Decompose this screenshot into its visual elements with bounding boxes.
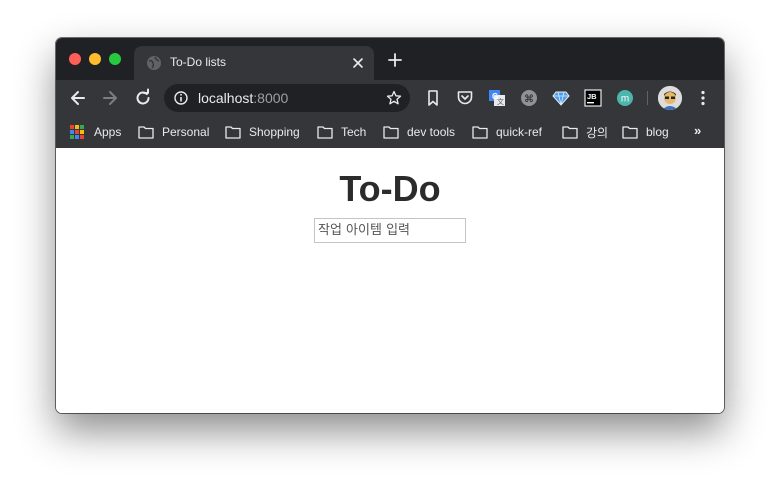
bookmarks-bar: Apps Personal Shopping Tech dev tools qu… [56, 116, 724, 148]
folder-icon [317, 126, 333, 139]
folder-icon [225, 126, 241, 139]
bookmark-label: quick-ref [496, 125, 543, 139]
bookmark-label: 강의 [586, 125, 609, 140]
bookmark-label: Shopping [249, 125, 300, 139]
m-label: m [621, 94, 629, 105]
zoom-window-button[interactable] [109, 53, 121, 65]
back-arrow-icon[interactable] [68, 88, 88, 108]
folder-icon [472, 126, 488, 139]
tab-todo-lists[interactable]: To-Do lists [134, 46, 374, 80]
new-tab-icon[interactable] [388, 53, 402, 67]
bookmark-folder-tech[interactable]: Tech [317, 124, 366, 140]
jb-label: JB [587, 92, 597, 101]
folder-icon [622, 126, 638, 139]
forward-arrow-icon[interactable] [100, 88, 120, 108]
bookmarks-overflow-button[interactable]: » [694, 123, 701, 138]
bookmark-label: Tech [341, 125, 367, 139]
google-translate-icon[interactable]: G 文 [488, 89, 506, 107]
folder-icon [138, 126, 154, 139]
folder-icon [562, 126, 578, 139]
bookmark-star-icon[interactable] [386, 90, 402, 106]
bookmark-folder-blog[interactable]: blog [622, 124, 669, 140]
todo-item-input[interactable] [314, 218, 466, 243]
browser-window: To-Do lists localhost:8000 G 文 ⌘ JB m Ap… [56, 38, 724, 413]
bookmark-label: Apps [94, 125, 122, 139]
pocket-icon[interactable] [456, 89, 474, 107]
bookmark-folder-quick-ref[interactable]: quick-ref [472, 124, 542, 140]
bookmark-label: Personal [162, 125, 210, 139]
url-text: localhost:8000 [198, 90, 288, 106]
menu-kebab-icon[interactable] [694, 89, 712, 107]
info-icon[interactable] [174, 91, 188, 105]
folder-icon [383, 126, 399, 139]
svg-text:文: 文 [497, 97, 504, 106]
gem-extension-icon[interactable] [552, 89, 570, 107]
profile-avatar[interactable] [658, 86, 682, 110]
toolbar-divider [647, 91, 648, 105]
close-tab-icon[interactable] [350, 55, 366, 71]
minimize-window-button[interactable] [89, 53, 101, 65]
bookmark-folder-lecture[interactable]: 강의 [562, 124, 608, 140]
bookmark-folder-shopping[interactable]: Shopping [225, 124, 300, 140]
reload-icon[interactable] [133, 88, 153, 108]
bookmark-icon[interactable] [424, 89, 442, 107]
url-host: localhost [198, 90, 254, 106]
bookmark-label: blog [646, 125, 669, 139]
m-extension-icon[interactable]: m [616, 89, 634, 107]
bookmark-folder-dev-tools[interactable]: dev tools [383, 124, 455, 140]
profile-avatar-icon [658, 86, 682, 110]
svg-text:⌘: ⌘ [524, 94, 534, 105]
jb-extension-icon[interactable]: JB [584, 89, 602, 107]
bookmark-label: dev tools [407, 125, 456, 139]
close-window-button[interactable] [69, 53, 81, 65]
globe-icon [147, 56, 161, 70]
url-port: :8000 [253, 90, 289, 106]
apps-grid-icon [70, 125, 84, 139]
command-extension-icon[interactable]: ⌘ [520, 89, 538, 107]
address-bar[interactable]: localhost:8000 [164, 84, 410, 112]
page-title: To-Do [339, 168, 441, 209]
tab-title: To-Do lists [170, 55, 227, 69]
page-content: To-Do [56, 148, 724, 413]
toolbar: localhost:8000 G 文 ⌘ JB m [56, 80, 724, 116]
tab-strip: To-Do lists [56, 38, 724, 80]
bookmark-apps[interactable]: Apps [70, 124, 121, 140]
bookmark-folder-personal[interactable]: Personal [138, 124, 209, 140]
